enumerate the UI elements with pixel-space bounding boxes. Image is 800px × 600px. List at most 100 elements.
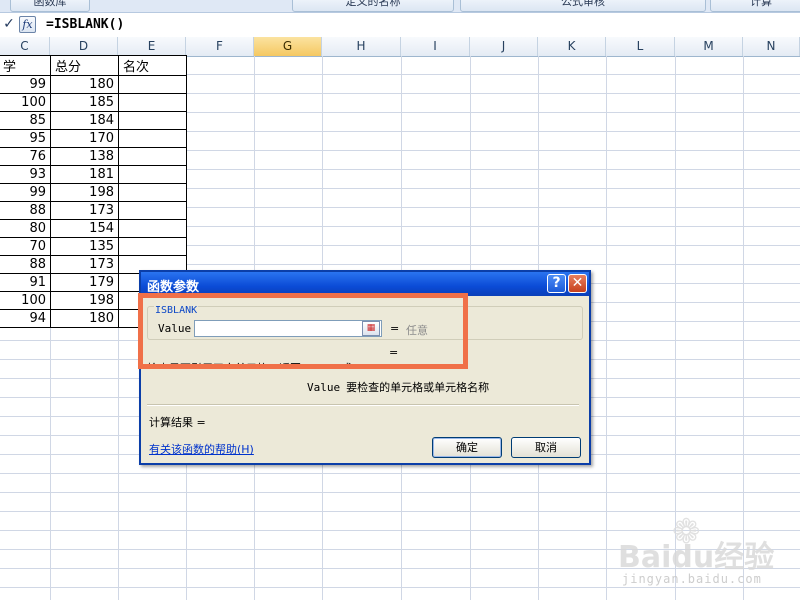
column-header-k[interactable]: K: [538, 37, 606, 56]
table-row: 100 185: [0, 93, 187, 112]
table-cell[interactable]: 88: [0, 201, 51, 220]
table-row: 95 170: [0, 129, 187, 148]
argument-equals: =: [390, 322, 400, 335]
table-cell[interactable]: 76: [0, 147, 51, 166]
table-cell[interactable]: [118, 201, 187, 220]
baidu-jingyan-watermark: ❁ Baidu经验 jingyan.baidu.com: [612, 512, 792, 592]
table-cell[interactable]: 180: [50, 309, 119, 328]
table-cell[interactable]: 70: [0, 237, 51, 256]
ribbon-function-library[interactable]: 函数库: [10, 0, 90, 12]
help-icon[interactable]: ?: [547, 274, 566, 293]
column-header-m[interactable]: M: [675, 37, 743, 56]
table-cell[interactable]: 135: [50, 237, 119, 256]
table-cell[interactable]: 94: [0, 309, 51, 328]
table-cell[interactable]: 179: [50, 273, 119, 292]
table-cell[interactable]: 173: [50, 255, 119, 274]
column-header-e[interactable]: E: [118, 37, 186, 56]
formula-bar: ✓ fx =ISBLANK(): [0, 12, 800, 38]
table-cell[interactable]: [118, 93, 187, 112]
table-row: 99 198: [0, 183, 187, 202]
function-help-link[interactable]: 有关该函数的帮助(H): [149, 441, 254, 457]
insert-function-icon[interactable]: fx: [19, 16, 36, 33]
grid-hline: [0, 511, 800, 512]
calculation-result: 计算结果 =: [149, 416, 206, 429]
header-cell-total[interactable]: 总分: [50, 55, 119, 76]
table-cell[interactable]: 95: [0, 129, 51, 148]
table-row: 80 154: [0, 219, 187, 238]
column-header-c[interactable]: C: [0, 37, 50, 56]
grid-hline: [0, 549, 800, 550]
table-cell[interactable]: 80: [0, 219, 51, 238]
ribbon-defined-names[interactable]: 定义的名称: [292, 0, 454, 12]
table-cell[interactable]: 185: [50, 93, 119, 112]
table-row: 93 181: [0, 165, 187, 184]
table-cell[interactable]: [118, 111, 187, 130]
table-header-row: 学 总分 名次: [0, 55, 187, 76]
table-cell[interactable]: 85: [0, 111, 51, 130]
grid-hline: [0, 473, 800, 474]
table-cell[interactable]: [118, 129, 187, 148]
table-cell[interactable]: 138: [50, 147, 119, 166]
table-cell[interactable]: 88: [0, 255, 51, 274]
table-cell[interactable]: 184: [50, 111, 119, 130]
argument-description: Value 要检查的单元格或单元格名称: [307, 379, 489, 395]
table-cell[interactable]: 173: [50, 201, 119, 220]
table-cell[interactable]: 181: [50, 165, 119, 184]
table-cell[interactable]: 93: [0, 165, 51, 184]
dialog-title-bar[interactable]: 函数参数 ? ✕: [141, 272, 589, 296]
table-cell[interactable]: [118, 75, 187, 94]
enter-check-icon[interactable]: ✓: [1, 16, 17, 32]
table-row: 70 135: [0, 237, 187, 256]
formula-input[interactable]: =ISBLANK(): [46, 17, 124, 32]
table-cell[interactable]: 100: [0, 93, 51, 112]
function-description: 检查是否引用了空单元格，返回 TRUE 或 FALSE: [147, 362, 387, 369]
column-header-f[interactable]: F: [186, 37, 254, 56]
table-cell[interactable]: 170: [50, 129, 119, 148]
grid-hline: [0, 587, 800, 588]
function-result-equals: =: [389, 346, 399, 359]
table-cell[interactable]: 99: [0, 183, 51, 202]
argument-group: ISBLANK Value ▦ = 任意: [147, 305, 583, 340]
table-cell[interactable]: [118, 165, 187, 184]
table-cell[interactable]: 99: [0, 75, 51, 94]
function-name: ISBLANK: [154, 305, 199, 316]
grid-vline: [743, 56, 744, 600]
grid-hline: [0, 568, 800, 569]
header-cell-math[interactable]: 学: [0, 55, 51, 76]
value-input[interactable]: [194, 320, 382, 337]
argument-description-name: Value: [307, 381, 341, 394]
column-header-i[interactable]: I: [401, 37, 470, 56]
table-cell[interactable]: 180: [50, 75, 119, 94]
table-cell[interactable]: [118, 237, 187, 256]
column-header-n[interactable]: N: [743, 37, 800, 56]
table-row: 99 180: [0, 75, 187, 94]
collapse-dialog-icon[interactable]: ▦: [362, 321, 380, 336]
ribbon-formula-auditing[interactable]: 公式审核: [460, 0, 706, 12]
close-icon[interactable]: ✕: [568, 274, 587, 293]
argument-label: Value: [158, 322, 192, 335]
table-cell[interactable]: [118, 147, 187, 166]
table-row: 76 138: [0, 147, 187, 166]
header-cell-rank[interactable]: 名次: [118, 55, 187, 76]
column-header-h[interactable]: H: [322, 37, 401, 56]
table-cell[interactable]: [118, 219, 187, 238]
column-header-l[interactable]: L: [606, 37, 675, 56]
cancel-button[interactable]: 取消: [511, 437, 581, 458]
column-header-j[interactable]: J: [470, 37, 538, 56]
table-cell[interactable]: 154: [50, 219, 119, 238]
argument-type: 任意: [406, 324, 428, 337]
argument-description-text: 要检查的单元格或单元格名称: [346, 381, 490, 394]
column-header-d[interactable]: D: [50, 37, 118, 56]
grid-hline: [0, 530, 800, 531]
table-cell[interactable]: [118, 183, 187, 202]
ribbon-calculation[interactable]: 计算: [710, 0, 800, 12]
ribbon: 函数库 定义的名称 公式审核 计算: [0, 0, 800, 12]
paw-logo-icon: ❁: [672, 512, 701, 552]
table-cell[interactable]: 91: [0, 273, 51, 292]
table-cell[interactable]: 198: [50, 291, 119, 310]
ok-button[interactable]: 确定: [432, 437, 502, 458]
table-cell[interactable]: 100: [0, 291, 51, 310]
function-arguments-dialog: 函数参数 ? ✕ ISBLANK Value ▦ = 任意 = 检查是否引用了空…: [139, 270, 591, 465]
table-cell[interactable]: 198: [50, 183, 119, 202]
column-header-g[interactable]: G: [254, 37, 322, 56]
